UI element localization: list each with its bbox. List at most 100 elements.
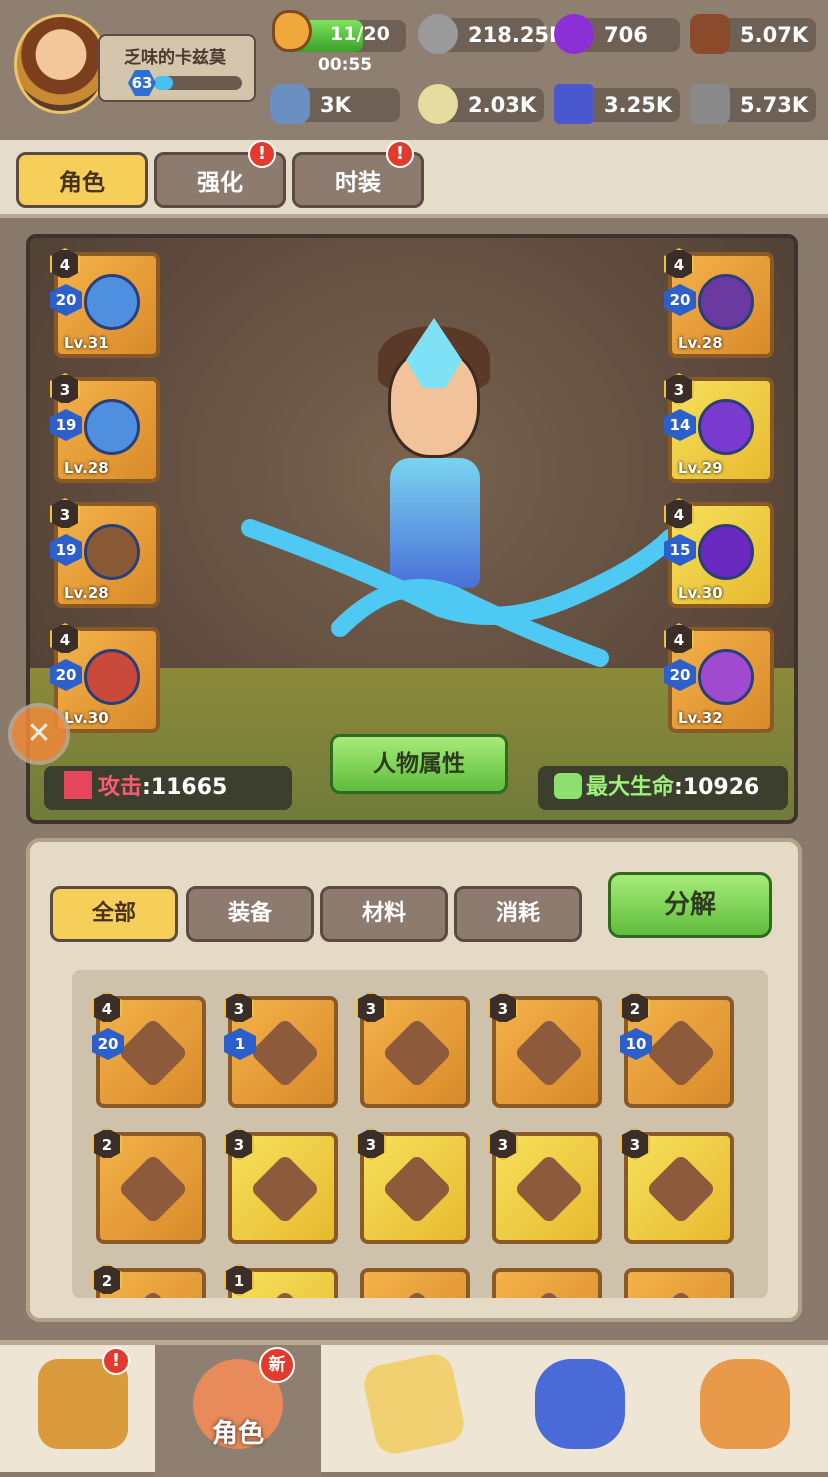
- inventory-item[interactable]: 3: [356, 1128, 470, 1244]
- resource-silver-nut[interactable]: 218.25K: [418, 14, 565, 54]
- equip-level: Lv.31: [64, 334, 109, 352]
- inventory-item[interactable]: 3: [488, 1128, 602, 1244]
- item-icon: [381, 1017, 453, 1089]
- nav-character-label: 角色: [211, 1419, 264, 1449]
- xp-bar: [154, 76, 242, 90]
- character-attributes-button[interactable]: 人物属性: [330, 734, 508, 794]
- star-badge: 3: [50, 373, 80, 405]
- item-icon: [249, 1153, 321, 1225]
- attack-stat: 攻击:11665: [44, 766, 292, 810]
- item-icon: [117, 1289, 189, 1298]
- equip-slot-necklace[interactable]: 4 20 Lv.32: [664, 623, 774, 733]
- player-avatar[interactable]: [14, 14, 108, 114]
- equip-slot-boots[interactable]: 4 15 Lv.30: [664, 498, 774, 608]
- pet-wolf-icon: [535, 1359, 625, 1449]
- inventory-item[interactable]: [360, 1268, 470, 1298]
- inventory-item[interactable]: 31: [224, 992, 338, 1108]
- upgrade-badge: 20: [50, 284, 82, 316]
- equip-slot-pants[interactable]: 3 19 Lv.28: [50, 498, 160, 608]
- upgrade-badge: 10: [620, 1028, 652, 1060]
- inventory-item[interactable]: [624, 1268, 734, 1298]
- equip-level: Lv.28: [678, 334, 723, 352]
- resource-wood[interactable]: 5.07K: [690, 14, 816, 54]
- main-tabs: 角色 强化 ! 时装 !: [0, 140, 828, 218]
- nav-bag[interactable]: [662, 1345, 828, 1477]
- player-info[interactable]: 乏味的卡兹莫 63: [98, 34, 256, 102]
- inventory-panel: 全部 装备 材料 消耗 分解 4 20 3 1 3 3 2 10 2 3 3 3 3 2 1: [26, 838, 802, 1322]
- star-badge: 3: [50, 498, 80, 530]
- inventory-item[interactable]: 3: [488, 992, 602, 1108]
- star-badge: 4: [664, 248, 694, 280]
- inventory-item[interactable]: [492, 1268, 602, 1298]
- bottom-nav: ! 新 角色: [0, 1340, 828, 1477]
- meat-energy-icon[interactable]: [272, 10, 312, 52]
- star-badge: 3: [224, 1128, 254, 1160]
- equip-slot-gauntlet[interactable]: 3 14 Lv.29: [664, 373, 774, 483]
- equip-slot-ring[interactable]: 4 20 Lv.30: [50, 623, 160, 733]
- inventory-item[interactable]: 3: [356, 992, 470, 1108]
- bag-tab-materials[interactable]: 材料: [320, 886, 448, 942]
- tab-character[interactable]: 角色: [16, 152, 148, 208]
- player-name: 乏味的卡兹莫: [124, 48, 226, 68]
- star-badge: 4: [50, 248, 80, 280]
- equip-slot-helmet[interactable]: 4 20 Lv.28: [664, 248, 774, 358]
- player-level-badge: 63: [128, 70, 156, 96]
- upgrade-badge: 14: [664, 409, 696, 441]
- silver-nut-icon: [418, 14, 458, 54]
- purple-pearl-icon: [554, 14, 594, 54]
- equip-level: Lv.32: [678, 709, 723, 727]
- upgrade-badge: 20: [664, 284, 696, 316]
- inventory-item[interactable]: 1: [224, 1264, 338, 1298]
- nav-map[interactable]: [331, 1345, 497, 1477]
- tab-costume-alert: !: [386, 140, 414, 168]
- inventory-item[interactable]: 4 20: [92, 992, 206, 1108]
- star-badge: 2: [92, 1264, 122, 1296]
- crystal-bow-weapon: [241, 519, 679, 667]
- star-badge: 4: [664, 498, 694, 530]
- inventory-item[interactable]: 2: [92, 1264, 206, 1298]
- resource-bone[interactable]: 3K: [270, 84, 400, 124]
- item-icon: [645, 1153, 717, 1225]
- bag-tab-all[interactable]: 全部: [50, 886, 178, 942]
- equip-slot-weapon[interactable]: 4 20 Lv.31: [50, 248, 160, 358]
- resource-stone-coin[interactable]: 2.03K: [418, 84, 544, 124]
- max-hp-stat: 最大生命:10926: [538, 766, 788, 810]
- star-badge: 3: [620, 1128, 650, 1160]
- resource-purple-pearl[interactable]: 706: [554, 14, 680, 54]
- star-badge: 2: [92, 1128, 122, 1160]
- blue-gem-icon: [554, 84, 594, 124]
- inventory-item[interactable]: 2: [92, 1128, 206, 1244]
- star-badge: 1: [224, 1264, 254, 1296]
- nav-castle-alert: !: [102, 1347, 130, 1375]
- new-badge: 新: [259, 1347, 295, 1383]
- bow-icon: [84, 274, 140, 330]
- sword-icon: [64, 771, 92, 799]
- helmet-icon: [698, 274, 754, 330]
- stone-coin-icon: [418, 84, 458, 124]
- star-badge: 2: [620, 992, 650, 1024]
- decompose-button[interactable]: 分解: [608, 872, 772, 938]
- bag-tab-equipment[interactable]: 装备: [186, 886, 314, 942]
- upgrade-badge: 15: [664, 534, 696, 566]
- inventory-item[interactable]: 3: [224, 1128, 338, 1244]
- necklace-icon: [698, 649, 754, 705]
- gauntlet-icon: [698, 399, 754, 455]
- equip-slot-armor[interactable]: 3 19 Lv.28: [50, 373, 160, 483]
- inventory-item[interactable]: 3: [620, 1128, 734, 1244]
- nav-pet[interactable]: [497, 1345, 663, 1477]
- tab-enhance-alert: !: [248, 140, 276, 168]
- boots-icon: [698, 524, 754, 580]
- item-icon: [513, 1289, 585, 1298]
- resource-ore[interactable]: 5.73K: [690, 84, 816, 124]
- nav-castle[interactable]: !: [0, 1345, 166, 1477]
- item-icon: [249, 1289, 321, 1298]
- item-icon: [513, 1017, 585, 1089]
- inventory-item[interactable]: 2 10: [620, 992, 734, 1108]
- resource-blue-gem[interactable]: 3.25K: [554, 84, 680, 124]
- item-icon: [381, 1289, 453, 1298]
- bag-tab-consumables[interactable]: 消耗: [454, 886, 582, 942]
- nav-character[interactable]: 新 角色: [155, 1345, 321, 1477]
- item-icon: [645, 1289, 717, 1298]
- close-side-icon[interactable]: ✕: [8, 703, 70, 765]
- upgrade-badge: 19: [50, 534, 82, 566]
